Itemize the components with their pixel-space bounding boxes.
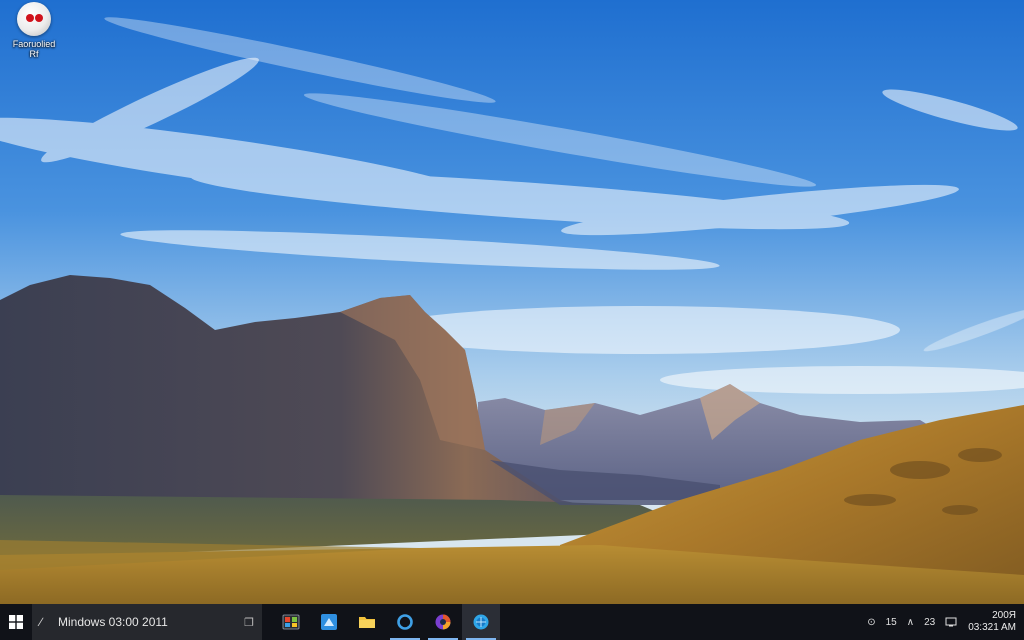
start-button[interactable]: [0, 604, 32, 640]
desktop-shortcut-label: Faoruolied Rf: [12, 39, 56, 59]
clock-time: 200Я: [992, 610, 1016, 621]
windows-logo-icon: [9, 615, 23, 629]
taskbar-apps: [272, 604, 500, 640]
network-icon: [945, 617, 957, 627]
taskbar-app-2[interactable]: [310, 604, 348, 640]
desktop-shortcut-icon[interactable]: Faoruolied Rf: [2, 2, 66, 59]
blue-square-app-icon: [321, 614, 337, 630]
taskbar-app-1[interactable]: [272, 604, 310, 640]
taskbar-app-4[interactable]: [386, 604, 424, 640]
clock-date: 03:321 AM: [968, 622, 1016, 633]
search-icon: ∕: [40, 615, 43, 629]
taskbar-clock[interactable]: 200Я 03:321 AM: [962, 610, 1024, 634]
red-eyes-app-icon: [17, 2, 51, 36]
chevron-up-icon[interactable]: ∧: [902, 617, 919, 628]
desktop-wallpaper: [0, 0, 1024, 604]
speaker-icon[interactable]: [940, 617, 962, 627]
mountain-landscape-image: [0, 0, 1024, 604]
circular-ring-app-icon: [397, 614, 413, 630]
colorful-window-icon: [282, 614, 300, 630]
tray-item-2[interactable]: 23: [919, 617, 940, 628]
browser-orb-icon: [435, 614, 451, 630]
search-text: Mindows 03:00 2011: [58, 615, 168, 629]
system-tray: ⊙ 15 ∧ 23 200Я 03:321 AM: [862, 604, 1024, 640]
search-box[interactable]: ∕ Mindows 03:00 2011 ❐: [32, 604, 262, 640]
taskbar-app-6[interactable]: [462, 604, 500, 640]
edge-style-globe-icon: [473, 614, 489, 630]
taskbar-app-5[interactable]: [424, 604, 462, 640]
taskbar-app-3[interactable]: [348, 604, 386, 640]
file-explorer-folder-icon: [359, 617, 375, 628]
task-view-icon[interactable]: ❐: [244, 616, 254, 629]
tray-item-1[interactable]: 15: [881, 617, 902, 628]
taskbar: ∕ Mindows 03:00 2011 ❐ ⊙ 15 ∧ 23 200Я 03…: [0, 604, 1024, 640]
notification-dot-icon[interactable]: ⊙: [862, 617, 880, 628]
